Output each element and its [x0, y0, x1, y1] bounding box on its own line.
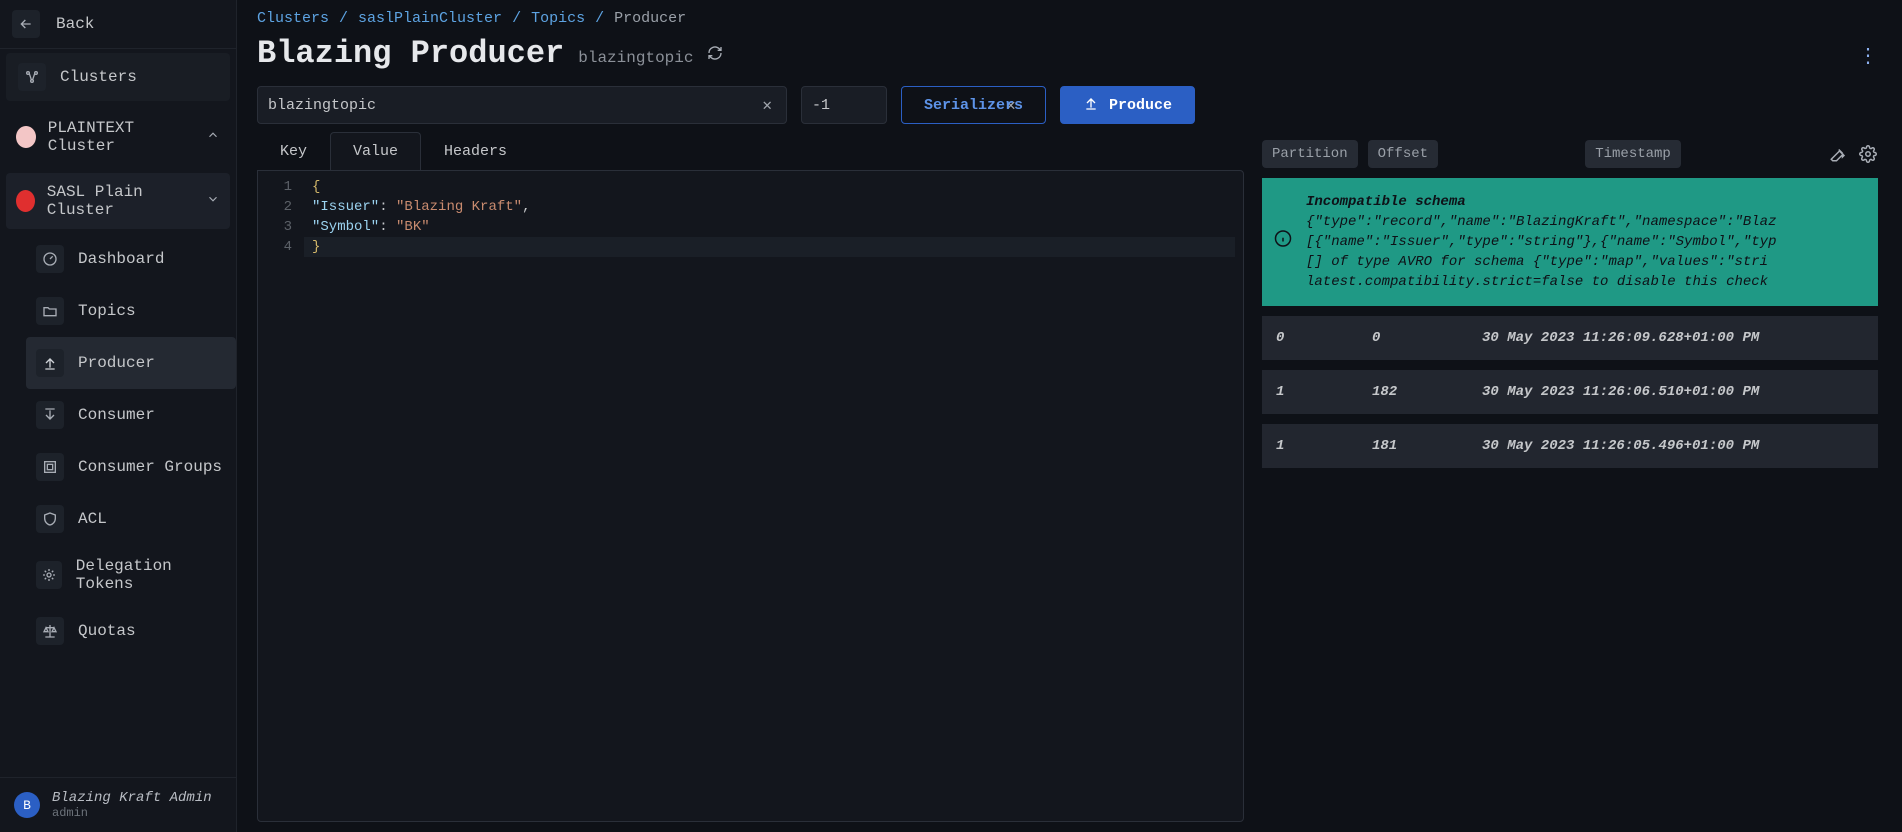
chevron-up-icon [206, 128, 220, 147]
gear-icon[interactable] [1858, 144, 1878, 164]
nav-acl[interactable]: ACL [26, 493, 236, 545]
main: Clusters / saslPlainCluster / Topics / P… [237, 0, 1902, 832]
token-icon [36, 561, 62, 589]
breadcrumb-sep: / [595, 10, 604, 27]
nav-delegation-tokens[interactable]: Delegation Tokens [26, 545, 236, 605]
results-column: Partition Offset Timestamp Incompatible … [1262, 132, 1878, 822]
chevron-down-icon [206, 192, 220, 211]
nav-topics-label: Topics [78, 302, 136, 320]
clear-topic-icon[interactable]: ✕ [758, 95, 776, 115]
row-offset: 0 [1372, 330, 1482, 346]
cluster-status-dot [16, 126, 36, 148]
tab-key[interactable]: Key [257, 132, 330, 171]
upload-icon [36, 349, 64, 377]
editor-content[interactable]: { "Issuer": "Blazing Kraft", "Symbol": "… [304, 177, 530, 257]
breadcrumb-clusters[interactable]: Clusters [257, 10, 329, 27]
produce-button[interactable]: Produce [1060, 86, 1195, 124]
breadcrumb-sep: / [339, 10, 348, 27]
row-timestamp: 30 May 2023 11:26:06.510+01:00 PM [1482, 384, 1864, 400]
produce-label: Produce [1109, 97, 1172, 114]
gauge-icon [36, 245, 64, 273]
more-menu-icon[interactable]: ⋮ [1858, 43, 1878, 69]
code-editor[interactable]: 1 2 3 4 { "Issuer": "Blazing Kraft", "Sy… [257, 170, 1244, 822]
result-row[interactable]: 1 182 30 May 2023 11:26:06.510+01:00 PM [1262, 370, 1878, 414]
error-banner: Incompatible schema {"type":"record","na… [1262, 178, 1878, 306]
partition-input-wrap[interactable]: ✕ [801, 86, 887, 124]
breadcrumb-current: Producer [614, 10, 686, 27]
folder-icon [36, 297, 64, 325]
sidebar-nav: Dashboard Topics Producer Consumer Consu… [0, 233, 236, 777]
nav-producer-label: Producer [78, 354, 155, 372]
header-timestamp: Timestamp [1585, 140, 1681, 168]
clusters-icon [18, 63, 46, 91]
eraser-icon[interactable] [1828, 144, 1848, 164]
error-line: [{"name":"Issuer","type":"string"},{"nam… [1306, 232, 1864, 252]
page-title: Blazing Producer [257, 35, 564, 72]
back-label: Back [56, 15, 94, 33]
nav-consumer[interactable]: Consumer [26, 389, 236, 441]
topic-input[interactable] [268, 97, 758, 114]
row-partition: 0 [1276, 330, 1372, 346]
user-sub: admin [52, 806, 212, 820]
info-icon [1274, 230, 1292, 255]
avatar: B [14, 792, 40, 818]
tab-value[interactable]: Value [330, 132, 421, 171]
sidebar-back-row[interactable]: Back [0, 0, 236, 49]
breadcrumb: Clusters / saslPlainCluster / Topics / P… [257, 10, 1878, 27]
cluster-plaintext[interactable]: PLAINTEXT Cluster [6, 109, 230, 165]
tab-headers[interactable]: Headers [421, 132, 530, 171]
refresh-icon[interactable] [707, 45, 725, 63]
error-line: latest.compatibility.strict=false to dis… [1306, 272, 1864, 292]
upload-icon [1083, 95, 1099, 116]
serializers-label: Serializers [924, 97, 1023, 114]
error-title: Incompatible schema [1306, 192, 1864, 212]
header-partition: Partition [1262, 140, 1358, 168]
nav-producer[interactable]: Producer [26, 337, 236, 389]
clusters-label: Clusters [60, 68, 137, 86]
row-timestamp: 30 May 2023 11:26:05.496+01:00 PM [1482, 438, 1864, 454]
sidebar: Back Clusters PLAINTEXT Cluster SASL Pla… [0, 0, 237, 832]
nav-dashboard-label: Dashboard [78, 250, 164, 268]
nav-dashboard[interactable]: Dashboard [26, 233, 236, 285]
nav-consumer-label: Consumer [78, 406, 155, 424]
page-subtitle: blazingtopic [578, 49, 693, 67]
serializers-button[interactable]: Serializers [901, 86, 1046, 124]
sidebar-user[interactable]: B Blazing Kraft Admin admin [0, 777, 236, 832]
group-icon [36, 453, 64, 481]
editor-tabs: Key Value Headers [257, 132, 1244, 171]
cluster-sasl[interactable]: SASL Plain Cluster [6, 173, 230, 229]
error-line: [] of type AVRO for schema {"type":"map"… [1306, 252, 1864, 272]
back-icon[interactable] [12, 10, 40, 38]
result-row[interactable]: 0 0 30 May 2023 11:26:09.628+01:00 PM [1262, 316, 1878, 360]
editor-column: Key Value Headers 1 2 3 4 { "Issuer": "B… [257, 132, 1244, 822]
error-line: {"type":"record","name":"BlazingKraft","… [1306, 212, 1864, 232]
row-partition: 1 [1276, 438, 1372, 454]
nav-consumer-groups[interactable]: Consumer Groups [26, 441, 236, 493]
scale-icon [36, 617, 64, 645]
editor-gutter: 1 2 3 4 [258, 177, 304, 257]
topic-input-wrap[interactable]: ✕ [257, 86, 787, 124]
nav-topics[interactable]: Topics [26, 285, 236, 337]
nav-consumer-groups-label: Consumer Groups [78, 458, 222, 476]
nav-quotas-label: Quotas [78, 622, 136, 640]
header-offset: Offset [1368, 140, 1438, 168]
row-partition: 1 [1276, 384, 1372, 400]
breadcrumb-cluster[interactable]: saslPlainCluster [358, 10, 502, 27]
nav-quotas[interactable]: Quotas [26, 605, 236, 657]
breadcrumb-topics[interactable]: Topics [531, 10, 585, 27]
row-offset: 181 [1372, 438, 1482, 454]
row-offset: 182 [1372, 384, 1482, 400]
user-name: Blazing Kraft Admin [52, 790, 212, 806]
download-icon [36, 401, 64, 429]
result-row[interactable]: 1 181 30 May 2023 11:26:05.496+01:00 PM [1262, 424, 1878, 468]
nav-delegation-tokens-label: Delegation Tokens [76, 557, 226, 593]
sidebar-clusters-link[interactable]: Clusters [6, 53, 230, 101]
nav-acl-label: ACL [78, 510, 107, 528]
cluster-status-dot [16, 190, 35, 212]
row-timestamp: 30 May 2023 11:26:09.628+01:00 PM [1482, 330, 1864, 346]
cluster-plaintext-label: PLAINTEXT Cluster [48, 119, 194, 155]
cluster-sasl-label: SASL Plain Cluster [47, 183, 194, 219]
shield-icon [36, 505, 64, 533]
breadcrumb-sep: / [512, 10, 521, 27]
